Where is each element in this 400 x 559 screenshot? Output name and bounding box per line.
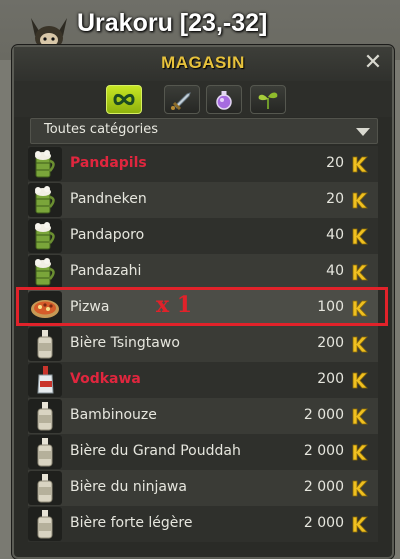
- kama-icon: [350, 264, 368, 281]
- kama-icon: [350, 156, 368, 173]
- shop-item-row[interactable]: Pandapils 20: [28, 146, 378, 182]
- infinity-icon: [113, 93, 135, 106]
- tab-resources[interactable]: [250, 85, 286, 114]
- item-price: 40: [326, 263, 344, 279]
- shop-item-row[interactable]: Bière forte légère 2 000: [28, 506, 378, 542]
- shop-item-row[interactable]: Pandaporo 40: [28, 218, 378, 254]
- kama-icon: [350, 444, 368, 461]
- item-price: 2 000: [303, 407, 344, 423]
- bamboo-mug-icon: [28, 219, 62, 253]
- shop-item-row[interactable]: Pandazahi 40: [28, 254, 378, 290]
- tab-all[interactable]: [106, 85, 142, 114]
- item-price: 200: [317, 371, 344, 387]
- item-price: 20: [326, 191, 344, 207]
- close-icon: ✕: [363, 50, 383, 75]
- shop-title: MAGASIN: [161, 53, 245, 72]
- shop-item-list: Pandapils 20 Pandneken 20 Pandaporo 40 Pandaza…: [28, 146, 378, 556]
- bamboo-mug-icon: [28, 183, 62, 217]
- sprout-icon: [258, 92, 278, 109]
- item-price: 2 000: [303, 479, 344, 495]
- kama-icon: [350, 480, 368, 497]
- item-name: Pandapils: [70, 155, 147, 171]
- tab-consumables[interactable]: [206, 85, 242, 114]
- chevron-down-icon: [356, 128, 370, 136]
- sword-icon: [171, 92, 191, 111]
- item-name: Bière du ninjawa: [70, 479, 187, 495]
- item-name: Pandazahi: [70, 263, 142, 279]
- bamboo-mug-icon: [28, 255, 62, 289]
- pizza-icon: [28, 291, 62, 325]
- item-price: 40: [326, 227, 344, 243]
- kama-icon: [350, 300, 368, 317]
- shop-item-row[interactable]: Bière du ninjawa 2 000: [28, 470, 378, 506]
- item-name: Vodkawa: [70, 371, 141, 387]
- shop-item-row[interactable]: Pizwa 100: [28, 290, 378, 326]
- item-name: Bière Tsingtawo: [70, 335, 180, 351]
- shop-item-row[interactable]: Bambinouze 2 000: [28, 398, 378, 434]
- item-price: 2 000: [303, 443, 344, 459]
- item-price: 20: [326, 155, 344, 171]
- category-selected-label: Toutes catégories: [44, 122, 159, 137]
- kama-icon: [350, 408, 368, 425]
- beer-bottle-icon: [28, 435, 62, 469]
- close-button[interactable]: ✕: [362, 51, 384, 75]
- beer-bottle-icon: [28, 471, 62, 505]
- kama-icon: [350, 516, 368, 533]
- tab-equipment[interactable]: [164, 85, 200, 114]
- beer-bottle-icon: [28, 399, 62, 433]
- category-tabs: [14, 81, 392, 117]
- item-name: Bière du Grand Pouddah: [70, 443, 241, 459]
- vodka-bottle-icon: [28, 363, 62, 397]
- shop-item-row[interactable]: Bière du Grand Pouddah 2 000: [28, 434, 378, 470]
- item-price: 2 000: [303, 515, 344, 531]
- shop-item-row[interactable]: Vodkawa 200: [28, 362, 378, 398]
- item-price: 200: [317, 335, 344, 351]
- kama-icon: [350, 372, 368, 389]
- shop-item-row[interactable]: Bière Tsingtawo 200: [28, 326, 378, 362]
- item-price: 100: [317, 299, 344, 315]
- beer-bottle-icon: [28, 507, 62, 541]
- bamboo-mug-icon: [28, 147, 62, 181]
- shop-item-row[interactable]: Pandneken 20: [28, 182, 378, 218]
- item-name: Bière forte légère: [70, 515, 193, 531]
- shop-window-header[interactable]: MAGASIN ✕: [14, 47, 392, 82]
- potion-icon: [216, 91, 232, 110]
- map-position-title: Urakoru [23,-32]: [77, 9, 268, 37]
- item-name: Pizwa: [70, 299, 110, 315]
- shop-window: MAGASIN ✕ Toutes catégories Pandapils 20…: [12, 45, 394, 559]
- kama-icon: [350, 336, 368, 353]
- category-dropdown[interactable]: Toutes catégories: [30, 118, 378, 144]
- item-name: Pandneken: [70, 191, 147, 207]
- beer-bottle-icon: [28, 327, 62, 361]
- kama-icon: [350, 192, 368, 209]
- quantity-annotation: x 1: [156, 292, 193, 318]
- item-name: Pandaporo: [70, 227, 145, 243]
- kama-icon: [350, 228, 368, 245]
- item-name: Bambinouze: [70, 407, 157, 423]
